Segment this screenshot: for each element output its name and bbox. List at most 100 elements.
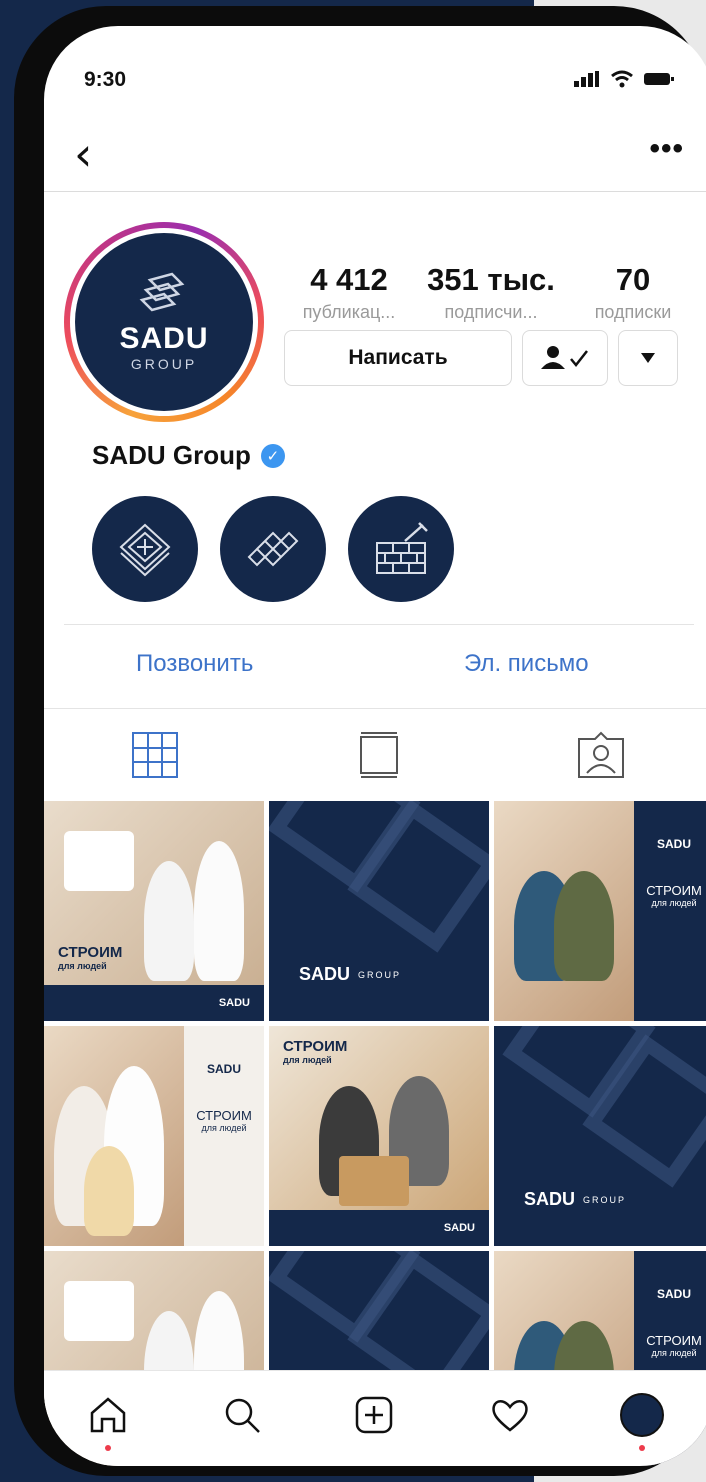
battery-icon: [644, 73, 674, 85]
parquet-icon: [247, 531, 299, 567]
back-icon[interactable]: ‹: [74, 124, 92, 184]
status-bar: 9:30: [84, 68, 674, 98]
grid-icon: [132, 732, 178, 778]
dropdown-icon: [641, 353, 655, 363]
big-brand-subtext: GROUP: [583, 1194, 627, 1205]
panel-brand: SADU: [656, 1287, 691, 1301]
avatar-logo: SADU GROUP: [75, 233, 253, 411]
profile-avatar-icon[interactable]: [620, 1393, 664, 1437]
slogan-subtext: для людей: [283, 1055, 332, 1065]
phone-screen: 9:30 ‹ ••• SADU GROUP 4 412 публикац... …: [44, 26, 706, 1466]
home-indicator-dot: [105, 1445, 111, 1451]
tab-grid[interactable]: [130, 730, 180, 780]
highlight-brick-icon[interactable]: [348, 496, 454, 602]
post-thumbnail[interactable]: СТРОИМ для людей SADU: [44, 801, 264, 1021]
profile-avatar[interactable]: SADU GROUP: [64, 222, 264, 422]
stat-following-label: подписки: [594, 302, 672, 322]
sadu-logo-icon: [139, 272, 185, 312]
status-icons: [574, 70, 674, 88]
footer-brand: SADU: [443, 1222, 475, 1234]
more-icon[interactable]: •••: [649, 132, 684, 166]
posts-grid: СТРОИМ для людей SADU SADU GROUP SADU СТРО…: [44, 801, 706, 1466]
top-nav: ‹ •••: [44, 118, 706, 192]
panel-slogan: СТРОИМ: [196, 1108, 252, 1123]
stat-following-value: 70: [615, 262, 651, 297]
stat-posts-label: публикац...: [302, 302, 396, 322]
stat-followers-value: 351 тыс.: [427, 262, 555, 297]
add-icon[interactable]: [352, 1393, 396, 1437]
verified-icon: ✓: [260, 443, 285, 468]
panel-brand: SADU: [656, 837, 691, 851]
post-side-panel: SADU СТРОИМ для людей: [184, 1026, 264, 1246]
panel-brand: SADU: [206, 1062, 241, 1076]
panel-slogan: СТРОИМ: [646, 1333, 702, 1348]
panel-slogan-sub: для людей: [651, 898, 697, 908]
follow-check-icon: [541, 346, 588, 369]
post-footer: SADU: [269, 1210, 489, 1246]
signal-icon: [574, 71, 599, 87]
post-thumbnail[interactable]: SADU СТРОИМ для людей: [494, 801, 706, 1021]
bottom-nav: [44, 1370, 706, 1466]
tile-stack-icon: [119, 523, 171, 577]
call-button[interactable]: Позвонить: [136, 650, 253, 678]
post-thumbnail[interactable]: SADU GROUP: [269, 801, 489, 1021]
home-icon[interactable]: [86, 1393, 130, 1437]
panel-slogan: СТРОИМ: [646, 883, 702, 898]
dropdown-button[interactable]: [618, 330, 678, 386]
tab-tagged[interactable]: [576, 730, 626, 780]
tagged-icon: [578, 731, 624, 778]
profile-tabs: [44, 726, 706, 796]
brick-wall-icon: [376, 522, 428, 574]
post-thumbnail[interactable]: СТРОИМ для людей SADU: [269, 1026, 489, 1246]
house-cutout: [64, 831, 134, 891]
box-figure: [339, 1156, 409, 1206]
stat-followers-label: подписчи...: [444, 302, 538, 322]
wifi-icon: [611, 70, 633, 88]
avatar-brand: SADU: [119, 322, 209, 355]
post-slogan: СТРОИМ для людей: [58, 944, 122, 971]
person-figure: [84, 1146, 134, 1236]
post-brand: SADU GROUP: [524, 1189, 626, 1210]
reels-icon: [360, 732, 398, 778]
stat-followers[interactable]: 351 тыс. подписчи...: [426, 262, 556, 323]
follow-button[interactable]: [522, 330, 608, 386]
search-icon[interactable]: [220, 1393, 264, 1437]
big-brand-subtext: GROUP: [358, 969, 402, 980]
big-brand-text: SADU: [524, 1189, 576, 1209]
email-button[interactable]: Эл. письмо: [464, 650, 589, 678]
tab-reels[interactable]: [354, 730, 404, 780]
footer-brand: SADU: [218, 997, 250, 1009]
highlight-tile-icon[interactable]: [92, 496, 198, 602]
status-time: 9:30: [84, 68, 127, 91]
highlight-parquet-icon[interactable]: [220, 496, 326, 602]
person-figure: [144, 861, 194, 981]
stat-posts-value: 4 412: [310, 262, 388, 297]
avatar-group: GROUP: [130, 356, 198, 372]
post-thumbnail[interactable]: SADU GROUP: [494, 1026, 706, 1246]
stat-posts[interactable]: 4 412 публикац...: [284, 262, 414, 323]
profile-indicator-dot: [639, 1445, 645, 1451]
avatar-border: SADU GROUP: [70, 228, 258, 416]
heart-icon[interactable]: [488, 1393, 532, 1437]
slogan-text: СТРОИМ: [283, 1038, 348, 1055]
profile-name-text: SADU Group: [92, 440, 251, 470]
person-figure: [194, 841, 244, 981]
big-brand-text: SADU: [299, 964, 351, 984]
panel-slogan-sub: для людей: [651, 1348, 697, 1358]
person-figure: [554, 871, 614, 981]
panel-slogan-sub: для людей: [201, 1123, 247, 1133]
phone-frame: 9:30 ‹ ••• SADU GROUP 4 412 публикац... …: [14, 6, 706, 1476]
stat-following[interactable]: 70 подписки: [568, 262, 698, 323]
slogan-subtext: для людей: [58, 961, 107, 971]
house-cutout: [64, 1281, 134, 1341]
post-thumbnail[interactable]: SADU СТРОИМ для людей: [44, 1026, 264, 1246]
divider-top: [64, 624, 694, 625]
divider-bottom: [44, 708, 706, 709]
slogan-text: СТРОИМ: [58, 944, 123, 961]
post-slogan: СТРОИМ для людей: [283, 1038, 347, 1065]
post-footer: SADU: [44, 985, 264, 1021]
profile-stats: 4 412 публикац... 351 тыс. подписчи... 7…: [284, 262, 698, 323]
message-button[interactable]: Написать: [284, 330, 512, 386]
post-brand: SADU GROUP: [299, 964, 401, 985]
profile-name: SADU Group ✓: [92, 440, 285, 471]
